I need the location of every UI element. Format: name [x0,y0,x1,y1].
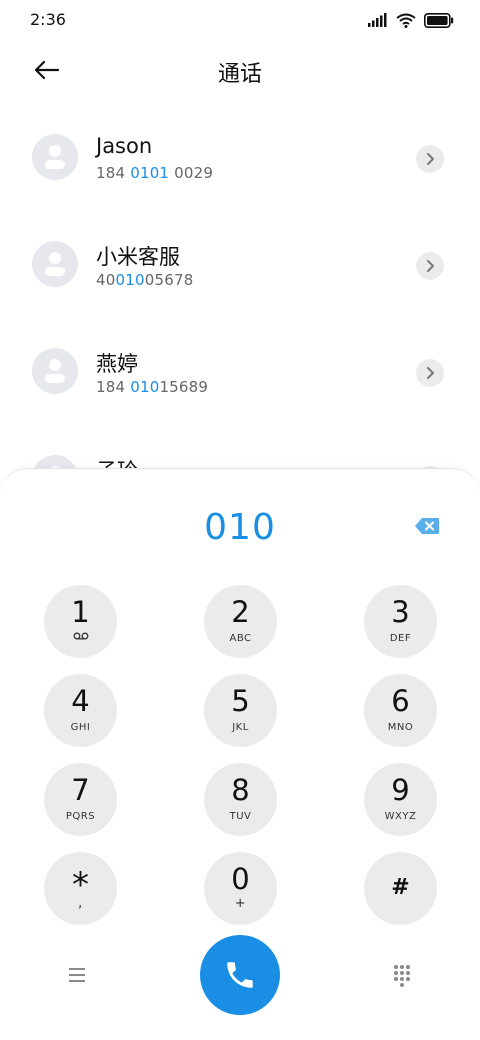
avatar [32,241,78,287]
key-letters: MNO [387,722,414,733]
contact-detail-button[interactable] [416,252,444,280]
contact-number: 184 0101 0029 [96,164,214,182]
contact-name: Jason [96,134,153,158]
dialer-panel: 010 1 2 ABC 3 DEF 4 GHI 5 JKL 6 MNO 7 PQ… [0,468,480,1040]
key-4[interactable]: 4 GHI [44,674,117,747]
key-digit: 1 [71,595,90,629]
key-digit: 4 [71,684,90,718]
key-digit: 9 [391,773,410,807]
chevron-right-icon [427,153,434,165]
key-hash[interactable]: # [364,852,437,925]
contact-item[interactable]: 小米客服 4001005678 [0,211,480,318]
contact-item[interactable]: Jason 184 0101 0029 [0,104,480,211]
key-digit: 8 [231,773,250,807]
battery-icon [424,12,454,28]
contact-detail-button[interactable] [416,359,444,387]
key-digit: 3 [391,595,410,629]
key-digit: # [391,875,410,900]
person-icon [49,145,61,157]
key-8[interactable]: 8 TUV [204,763,277,836]
key-letters: GHI [70,722,91,733]
menu-icon [69,968,85,982]
dialpad-icon [394,965,410,987]
call-button[interactable] [200,935,280,1015]
key-3[interactable]: 3 DEF [364,585,437,658]
key-letters: WXYZ [384,811,417,822]
contact-number: 4001005678 [96,271,194,289]
key-letters: JKL [232,722,249,733]
contact-name: 燕婷 [96,352,138,376]
key-digit: 0 [231,862,250,896]
contact-number: 184 01015689 [96,378,209,396]
wifi-icon [396,13,416,28]
key-9[interactable]: 9 WXYZ [364,763,437,836]
dialed-number: 010 [204,507,276,548]
status-icons [368,12,454,28]
key-digit: 7 [71,773,90,807]
backspace-button[interactable] [414,517,440,535]
keypad-toggle-button[interactable] [390,963,414,987]
key-digit: 6 [391,684,410,718]
phone-icon [227,962,253,988]
key-letters: PQRS [65,811,96,822]
key-plus: + [234,896,247,911]
header: 通话 [0,44,480,96]
key-letters: TUV [229,811,252,822]
key-star[interactable]: * , [44,852,117,925]
page-title: 通话 [217,62,262,87]
key-pause: , [78,896,83,911]
key-letters: ABC [229,633,252,644]
contact-name: 小米客服 [96,245,180,269]
status-time: 2:36 [30,10,66,29]
avatar [32,348,78,394]
key-digit: 5 [231,684,250,718]
person-icon [49,252,61,264]
voicemail-icon [44,632,117,644]
contact-detail-button[interactable] [416,145,444,173]
backspace-icon [415,518,439,534]
key-5[interactable]: 5 JKL [204,674,277,747]
key-1[interactable]: 1 [44,585,117,658]
key-letters: DEF [389,633,412,644]
menu-button[interactable] [66,963,90,987]
key-2[interactable]: 2 ABC [204,585,277,658]
person-icon [49,359,61,371]
key-0[interactable]: 0 + [204,852,277,925]
status-bar: 2:36 [0,0,480,40]
avatar [32,134,78,180]
chevron-right-icon [427,367,434,379]
contact-item[interactable]: 燕婷 184 01015689 [0,318,480,425]
cellular-signal-icon [368,13,387,27]
key-7[interactable]: 7 PQRS [44,763,117,836]
key-6[interactable]: 6 MNO [364,674,437,747]
key-digit: 2 [231,595,250,629]
chevron-right-icon [427,260,434,272]
